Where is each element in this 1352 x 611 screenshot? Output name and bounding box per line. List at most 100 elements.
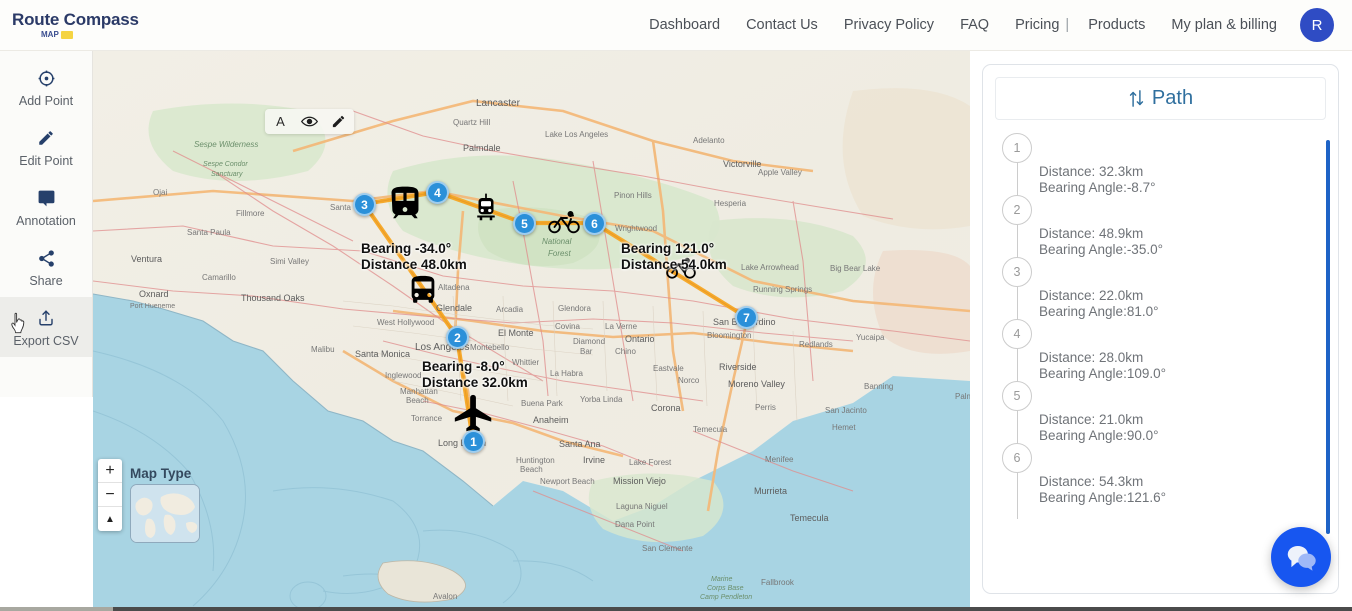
map-place-label: Victorville — [723, 159, 762, 169]
map-place-label: Fillmore — [236, 209, 265, 218]
map-place-label: Apple Valley — [758, 168, 802, 177]
map-place-label: Palmdale — [463, 143, 501, 153]
path-step[interactable]: 4 Distance: 28.0km Bearing Angle:109.0° — [995, 319, 1326, 395]
path-step-bearing: Bearing Angle:-35.0° — [1039, 241, 1163, 257]
path-step[interactable]: 5 Distance: 21.0km Bearing Angle:90.0° — [995, 381, 1326, 457]
path-step[interactable]: 3 Distance: 22.0km Bearing Angle:81.0° — [995, 257, 1326, 333]
bottom-strip-highlight — [0, 607, 113, 611]
path-step[interactable]: 2 Distance: 48.9km Bearing Angle:-35.0° — [995, 195, 1326, 271]
nav-link-my-plan-billing[interactable]: My plan & billing — [1158, 11, 1290, 39]
target-crosshair-icon — [37, 67, 56, 89]
path-step-bearing: Bearing Angle:81.0° — [1039, 303, 1159, 319]
sidebar-item-share[interactable]: Share — [0, 237, 92, 297]
map-place-label: Santa Paula — [187, 228, 231, 237]
map-place-label: San Jacinto — [825, 406, 867, 415]
brand-logo[interactable]: Route Compass MAP — [12, 11, 242, 39]
map-place-label: Fallbrook — [761, 578, 794, 587]
left-toolbar: Add Point Edit Point Annotation Share Ex… — [0, 51, 93, 397]
map-place-label: El Monte — [498, 328, 534, 338]
nav-link-pricing[interactable]: Pricing — [1002, 11, 1065, 39]
map-place-label: Altadena — [438, 283, 470, 292]
sidebar-label-add-point: Add Point — [18, 94, 74, 108]
text-tool-icon[interactable]: A — [272, 113, 289, 130]
draw-pencil-icon[interactable] — [330, 113, 347, 130]
path-step-number[interactable]: 3 — [1002, 257, 1032, 287]
path-step[interactable]: 6 Distance: 54.3km Bearing Angle:121.6° — [995, 443, 1326, 519]
map-marker-2[interactable]: 2 — [446, 326, 469, 349]
path-step-number[interactable]: 1 — [1002, 133, 1032, 163]
path-step-number[interactable]: 4 — [1002, 319, 1032, 349]
map-type-switcher[interactable]: Map Type — [130, 466, 200, 543]
map-place-label: La Habra — [550, 369, 583, 378]
map-place-label: Glendora — [558, 304, 591, 313]
map-place-label: Menifee — [765, 455, 794, 464]
map-place-label: Diamond — [573, 337, 606, 346]
map-place-label: Corona — [651, 403, 681, 413]
map-place-label: Chino — [615, 347, 636, 356]
map-place-label: Eastvale — [653, 364, 684, 373]
map-marker-6[interactable]: 6 — [583, 212, 606, 235]
path-step[interactable]: 1 Distance: 32.3km Bearing Angle:-8.7° — [995, 133, 1326, 209]
map-place-label: Malibu — [311, 345, 335, 354]
path-step-number[interactable]: 5 — [1002, 381, 1032, 411]
map-place-label: Avalon — [433, 592, 458, 601]
visibility-eye-icon[interactable] — [301, 113, 318, 130]
map-place-label: Murrieta — [754, 486, 788, 496]
map-place-label: Glendale — [436, 303, 473, 313]
nav-link-dashboard[interactable]: Dashboard — [636, 11, 733, 39]
path-panel-title: Path — [1151, 87, 1194, 109]
map-marker-4[interactable]: 4 — [426, 181, 449, 204]
map-marker-7[interactable]: 7 — [735, 306, 758, 329]
nav-link-privacy-policy[interactable]: Privacy Policy — [831, 11, 947, 39]
map-annotation-toolbar: A — [265, 109, 354, 134]
map-place-label: Buena Park — [521, 399, 563, 408]
sidebar-item-export-csv[interactable]: Export CSV — [0, 297, 92, 357]
path-panel-scrollbar[interactable] — [1326, 140, 1330, 534]
chat-bubbles-icon — [1287, 546, 1316, 571]
avatar[interactable]: R — [1300, 8, 1334, 42]
zoom-out-button[interactable]: − — [98, 483, 122, 507]
map-place-label: Santa — [330, 203, 351, 212]
nav-link-products[interactable]: Products — [1075, 11, 1158, 39]
map-place-label: Camarillo — [202, 273, 236, 282]
path-panel-card: Path 1 Distance: 32.3km Bearing Angle:-8.7… — [982, 64, 1339, 594]
path-step-number[interactable]: 6 — [1002, 443, 1032, 473]
top-navigation-bar: Route Compass MAP Dashboard Contact Us P… — [0, 0, 1352, 51]
path-steps-list[interactable]: 1 Distance: 32.3km Bearing Angle:-8.7° 2 Dis… — [995, 133, 1326, 585]
map-marker-5[interactable]: 5 — [513, 212, 536, 235]
path-step-distance: Distance: 32.3km — [1039, 164, 1144, 179]
path-step-details: Distance: 48.9km Bearing Angle:-35.0° — [1039, 195, 1326, 257]
map-place-label: Laguna Niguel — [616, 502, 668, 511]
map-place-label: Santa Monica — [355, 349, 411, 359]
path-step-details: Distance: 21.0km Bearing Angle:90.0° — [1039, 381, 1326, 443]
nav-separator: | — [1065, 17, 1070, 33]
path-step-details: Distance: 22.0km Bearing Angle:81.0° — [1039, 257, 1326, 319]
map-place-label: Torrance — [411, 414, 443, 423]
map-canvas[interactable]: Lancaster Quartz Hill Lake Los Angeles Adel… — [93, 51, 970, 611]
brand-subtitle-text: MAP — [41, 30, 59, 39]
nav-link-contact-us[interactable]: Contact Us — [733, 11, 831, 39]
map-place-label: Simi Valley — [270, 257, 309, 266]
map-place-label: Lake Arrowhead — [741, 263, 799, 272]
zoom-in-button[interactable]: + — [98, 459, 122, 483]
map-place-label: Sespe Condor — [203, 161, 248, 168]
sidebar-item-edit-point[interactable]: Edit Point — [0, 117, 92, 177]
map-place-label: Thousand Oaks — [241, 293, 305, 303]
map-marker-3[interactable]: 3 — [353, 193, 376, 216]
map-place-label: La Verne — [605, 322, 638, 331]
path-step-number[interactable]: 2 — [1002, 195, 1032, 225]
map-place-label: Running Springs — [753, 285, 813, 294]
path-step-distance: Distance: 22.0km — [1039, 288, 1144, 303]
path-step-bearing: Bearing Angle:121.6° — [1039, 489, 1166, 505]
sidebar-item-add-point[interactable]: Add Point — [0, 57, 92, 117]
chat-launcher-button[interactable] — [1271, 527, 1331, 587]
path-step-bearing: Bearing Angle:-8.7° — [1039, 179, 1156, 195]
compass-button[interactable]: ▲ — [98, 507, 122, 531]
map-marker-1[interactable]: 1 — [462, 430, 485, 453]
world-map-thumbnail-icon — [131, 485, 199, 542]
route-compass-app: Route Compass MAP Dashboard Contact Us P… — [0, 0, 1352, 611]
map-type-thumbnail[interactable] — [130, 484, 200, 543]
nav-link-faq[interactable]: FAQ — [947, 11, 1002, 39]
path-step-distance: Distance: 28.0km — [1039, 350, 1144, 365]
sidebar-item-annotation[interactable]: Annotation — [0, 177, 92, 237]
